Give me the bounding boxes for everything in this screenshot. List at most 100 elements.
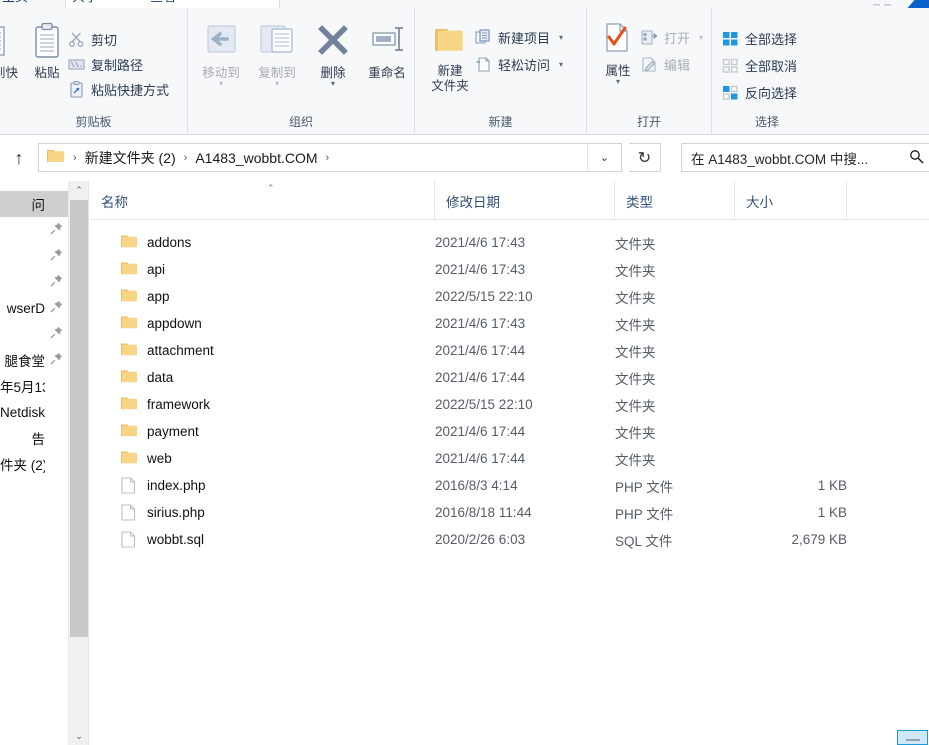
open-button[interactable]: 打开 ▾: [641, 28, 703, 47]
breadcrumb-item-0[interactable]: 新建文件夹 (2): [83, 148, 178, 168]
nav-pane-item[interactable]: NetdiskD: [0, 399, 68, 425]
file-row-name-cell[interactable]: framework: [90, 391, 425, 418]
cut-button[interactable]: 剪切: [68, 30, 117, 49]
file-row-name-cell[interactable]: payment: [90, 418, 425, 445]
file-row[interactable]: appdown 2021/4/6 17:43 文件夹: [90, 310, 929, 337]
file-row-name-cell[interactable]: attachment: [90, 337, 425, 364]
nav-pane-item[interactable]: [0, 269, 68, 295]
up-button[interactable]: ↑: [4, 144, 34, 172]
paste-button[interactable]: 粘贴: [20, 22, 74, 81]
file-row[interactable]: sirius.php 2016/8/18 11:44 PHP 文件 1 KB: [90, 499, 929, 526]
delete-button[interactable]: 删除 ▾: [306, 22, 360, 88]
delete-caret-icon[interactable]: ▾: [306, 80, 360, 88]
search-box[interactable]: 在 A1483_wobbt.COM 中搜...: [681, 143, 929, 172]
new-folder-button[interactable]: 新建 文件夹: [423, 20, 477, 94]
chevron-down-icon[interactable]: ⌄: [69, 727, 89, 745]
tab-share[interactable]: 共享: [72, 0, 98, 8]
properties-caret-icon[interactable]: ▾: [591, 78, 645, 86]
arrow-up-icon: ↑: [14, 147, 24, 168]
file-type-label: 文件夹: [615, 371, 656, 387]
column-header-date[interactable]: 修改日期: [435, 181, 615, 220]
navigation-pane-scrollbar[interactable]: ⌃ ⌄: [69, 181, 89, 745]
nav-pane-item[interactable]: [0, 243, 68, 269]
folder-icon: [121, 288, 138, 305]
refresh-button[interactable]: ↻: [629, 143, 661, 172]
file-row[interactable]: wobbt.sql 2020/2/26 6:03 SQL 文件 2,679 KB: [90, 526, 929, 553]
taskbar-thumbnail-chip[interactable]: [897, 730, 928, 745]
file-icon: [121, 477, 138, 494]
move-to-caret-icon[interactable]: ▾: [194, 80, 248, 88]
file-row-name-cell[interactable]: app: [90, 283, 425, 310]
new-item-button[interactable]: 新建项目 ▾: [475, 28, 563, 47]
breadcrumb-separator-2[interactable]: ›: [320, 152, 336, 164]
nav-pane-item[interactable]: 告: [0, 425, 68, 451]
file-row[interactable]: web 2021/4/6 17:44 文件夹: [90, 445, 929, 472]
chevron-up-icon[interactable]: ⌃: [69, 181, 89, 199]
easy-access-button[interactable]: 轻松访问 ▾: [475, 55, 563, 74]
open-caret-icon[interactable]: ▾: [699, 33, 703, 42]
file-row-name-cell[interactable]: web: [90, 445, 425, 472]
column-header-size[interactable]: 大小: [735, 181, 847, 220]
file-row-name-cell[interactable]: index.php: [90, 472, 425, 499]
file-type-label: 文件夹: [615, 344, 656, 360]
address-bar[interactable]: › 新建文件夹 (2) › A1483_wobbt.COM › ⌄: [38, 143, 622, 172]
edit-button[interactable]: 编辑: [641, 55, 690, 74]
column-header-name[interactable]: ⌃ 名称: [90, 181, 435, 220]
copy-to-button[interactable]: 复制到 ▾: [250, 22, 304, 88]
file-name-label: index.php: [147, 478, 206, 493]
new-folder-icon: [423, 20, 477, 64]
file-date-label: 2016/8/3 4:14: [435, 478, 518, 493]
copy-path-button[interactable]: \\.. 复制路径: [68, 55, 143, 74]
tab-view[interactable]: 查看: [150, 0, 176, 8]
nav-pane-item[interactable]: 件夹 (2): [0, 451, 68, 477]
easy-access-caret-icon[interactable]: ▾: [559, 60, 563, 69]
scrollbar-thumb[interactable]: [70, 200, 88, 637]
new-item-caret-icon[interactable]: ▾: [559, 33, 563, 42]
file-row[interactable]: attachment 2021/4/6 17:44 文件夹: [90, 337, 929, 364]
rename-button[interactable]: 重命名: [360, 22, 414, 81]
file-date-label: 2021/4/6 17:44: [435, 424, 526, 439]
nav-pane-item[interactable]: 年5月13日: [0, 373, 68, 399]
file-row[interactable]: framework 2022/5/15 22:10 文件夹: [90, 391, 929, 418]
move-to-button[interactable]: 移动到 ▾: [194, 22, 248, 88]
file-row-name-cell[interactable]: sirius.php: [90, 499, 425, 526]
nav-pane-item[interactable]: 腿食堂: [0, 347, 68, 373]
invert-selection-button[interactable]: 反向选择: [722, 83, 797, 102]
file-row[interactable]: api 2021/4/6 17:43 文件夹: [90, 256, 929, 283]
ribbon: 固定到快 粘贴: [0, 8, 929, 135]
file-row-name-cell[interactable]: addons: [90, 229, 425, 256]
file-row-name-cell[interactable]: api: [90, 256, 425, 283]
file-row[interactable]: data 2021/4/6 17:44 文件夹: [90, 364, 929, 391]
properties-button[interactable]: 属性 ▾: [591, 20, 645, 86]
breadcrumb-separator-0[interactable]: ›: [67, 152, 83, 164]
file-name-label: web: [147, 451, 172, 466]
nav-pane-item[interactable]: [0, 217, 68, 243]
file-row[interactable]: payment 2021/4/6 17:44 文件夹: [90, 418, 929, 445]
file-name-label: appdown: [147, 316, 202, 331]
window-minimize-icon[interactable]: [873, 2, 899, 7]
paste-shortcut-button[interactable]: 粘贴快捷方式: [68, 80, 169, 99]
nav-pane-item[interactable]: 问: [0, 191, 68, 217]
pin-to-quick-access-label: 固定到快: [0, 66, 18, 80]
breadcrumb-separator-1[interactable]: ›: [178, 152, 194, 164]
pin-to-quick-access-button[interactable]: 固定到快: [0, 22, 20, 81]
nav-pane-item[interactable]: [0, 321, 68, 347]
file-type-label: SQL 文件: [615, 533, 673, 549]
file-row-name-cell[interactable]: wobbt.sql: [90, 526, 425, 553]
file-row-name-cell[interactable]: data: [90, 364, 425, 391]
file-row[interactable]: app 2022/5/15 22:10 文件夹: [90, 283, 929, 310]
file-explorer-window: 主页 共享 查看: [0, 0, 929, 745]
breadcrumb-item-1[interactable]: A1483_wobbt.COM: [193, 150, 319, 166]
select-all-button[interactable]: 全部选择: [722, 29, 797, 48]
file-row[interactable]: addons 2021/4/6 17:43 文件夹: [90, 229, 929, 256]
search-input[interactable]: 在 A1483_wobbt.COM 中搜...: [691, 148, 868, 168]
copy-to-caret-icon[interactable]: ▾: [250, 80, 304, 88]
file-row-name-cell[interactable]: appdown: [90, 310, 425, 337]
tab-home[interactable]: 主页: [2, 0, 28, 8]
column-header-type[interactable]: 类型: [615, 181, 735, 220]
file-row[interactable]: index.php 2016/8/3 4:14 PHP 文件 1 KB: [90, 472, 929, 499]
nav-pane-item[interactable]: wserD: [0, 295, 68, 321]
open-icon: [641, 29, 658, 46]
select-none-button[interactable]: 全部取消: [722, 56, 797, 75]
chevron-down-icon[interactable]: ⌄: [587, 144, 621, 171]
